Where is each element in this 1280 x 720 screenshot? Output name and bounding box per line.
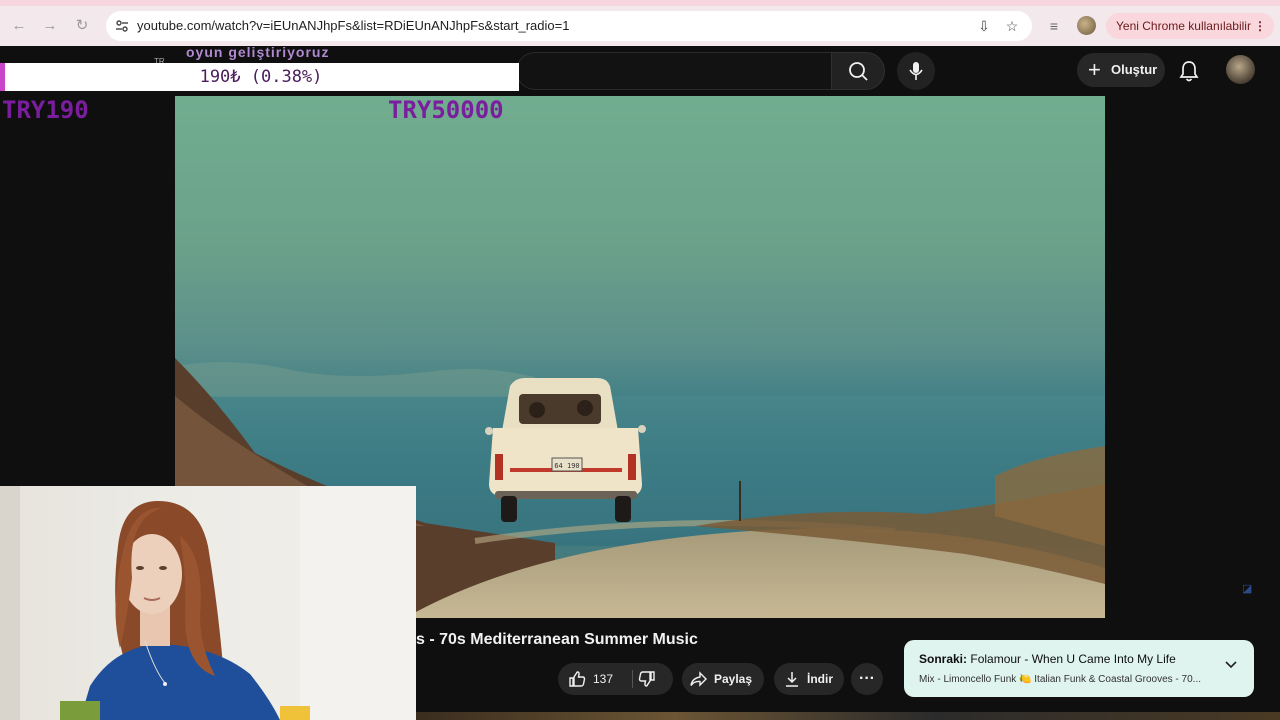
share-icon	[690, 671, 707, 687]
bell-icon[interactable]	[1176, 58, 1202, 84]
goal-start-amount: TRY190	[2, 96, 89, 124]
like-dislike-group: 137	[558, 663, 673, 695]
chrome-update-button[interactable]: Yeni Chrome kullanılabilir ⋮	[1106, 13, 1274, 39]
donation-progress-bar: 190₺ (0.38%)	[0, 63, 519, 91]
donation-progress-text: 190₺ (0.38%)	[199, 67, 323, 87]
download-icon	[786, 672, 798, 687]
video-title: s - 70s Mediterranean Summer Music	[416, 631, 698, 648]
site-info-icon[interactable]	[114, 18, 130, 34]
plus-icon: +	[1088, 57, 1101, 82]
create-button[interactable]: + Oluştur	[1077, 53, 1165, 87]
license-plate: 64 190	[554, 462, 579, 470]
like-count: 137	[593, 672, 614, 686]
search-icon	[849, 62, 868, 81]
search-button[interactable]	[831, 52, 885, 90]
streamer-camera-image	[0, 486, 416, 720]
goal-title: oyun geliştiriyoruz	[186, 44, 330, 60]
back-arrow-icon[interactable]: ←	[8, 15, 30, 37]
up-next-prefix: Sonraki:	[919, 652, 968, 666]
more-actions-button[interactable]: ···	[851, 663, 883, 695]
address-bar[interactable]: youtube.com/watch?v=iEUnANJhpFs&list=RDi…	[106, 11, 1032, 41]
up-next-title: Folamour - When U Came Into My Life	[970, 652, 1176, 666]
bookmark-star-icon[interactable]: ☆	[1002, 16, 1022, 36]
download-label: İndir	[807, 672, 833, 686]
chevron-down-icon[interactable]	[1224, 658, 1238, 672]
dislike-icon[interactable]	[638, 670, 656, 688]
create-label: Oluştur	[1111, 62, 1158, 77]
voice-search-button[interactable]	[897, 52, 935, 90]
like-icon[interactable]	[568, 670, 586, 688]
recommended-thumbnails-strip	[416, 712, 1280, 720]
up-next-line: Sonraki: Folamour - When U Came Into My …	[919, 652, 1176, 666]
install-app-icon[interactable]: ⇩	[974, 16, 994, 36]
more-icon: ···	[859, 670, 875, 687]
mic-icon	[909, 62, 923, 80]
webcam-overlay	[0, 486, 416, 720]
forward-arrow-icon[interactable]: →	[39, 15, 61, 37]
profile-icon[interactable]	[1077, 16, 1096, 35]
channel-watermark-icon[interactable]: ◪	[1242, 582, 1252, 595]
avatar[interactable]	[1226, 55, 1255, 84]
goal-target-amount: TRY50000	[388, 96, 504, 124]
share-label: Paylaş	[714, 672, 753, 686]
reload-icon[interactable]: ↻	[71, 15, 93, 37]
search-input[interactable]	[516, 52, 831, 90]
screen: ← → ↻ youtube.com/watch?v=iEUnANJhpFs&li…	[0, 0, 1280, 720]
up-next-playlist: Mix - Limoncello Funk 🍋 Italian Funk & C…	[919, 674, 1202, 685]
menu-dots-icon[interactable]: ⋮	[1254, 13, 1266, 39]
like-divider	[632, 670, 633, 688]
browser-toolbar: ← → ↻ youtube.com/watch?v=iEUnANJhpFs&li…	[0, 0, 1280, 46]
share-button[interactable]: Paylaş	[682, 663, 764, 695]
download-button[interactable]: İndir	[774, 663, 844, 695]
url-text[interactable]: youtube.com/watch?v=iEUnANJhpFs&list=RDi…	[137, 18, 569, 33]
tab-search-icon[interactable]: ≡	[1043, 15, 1065, 37]
up-next-card[interactable]: Sonraki: Folamour - When U Came Into My …	[904, 640, 1254, 697]
chrome-update-label: Yeni Chrome kullanılabilir	[1116, 19, 1251, 33]
